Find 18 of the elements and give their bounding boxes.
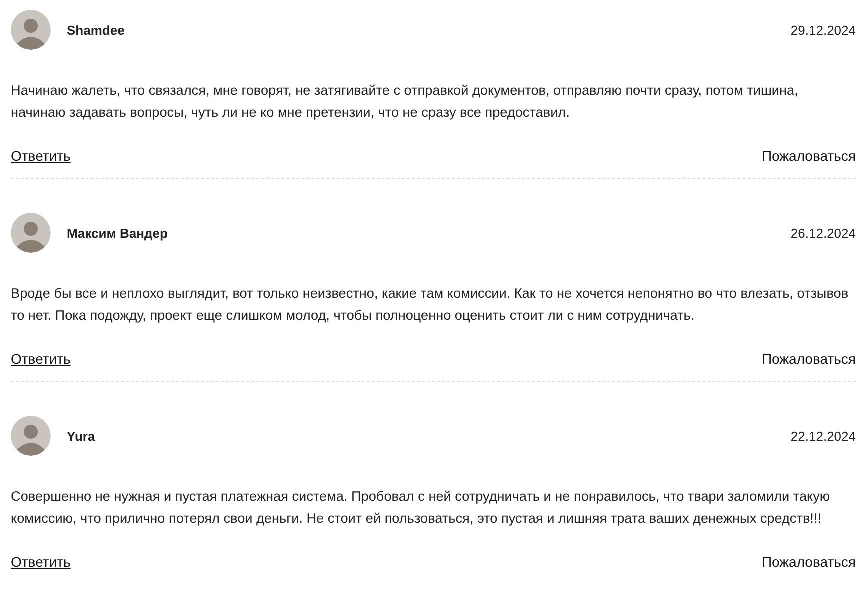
reply-link[interactable]: Ответить xyxy=(11,146,71,166)
comment-date: 29.12.2024 xyxy=(790,22,856,38)
report-link[interactable]: Пожаловаться xyxy=(762,349,856,369)
reply-link[interactable]: Ответить xyxy=(11,349,71,369)
avatar-icon xyxy=(11,213,51,253)
report-link[interactable]: Пожаловаться xyxy=(762,146,856,166)
avatar-icon xyxy=(11,416,51,456)
author-name: Shamdee xyxy=(67,22,125,38)
comment-date: 22.12.2024 xyxy=(790,428,856,444)
author-name: Yura xyxy=(67,428,96,444)
comment-date: 26.12.2024 xyxy=(790,226,856,240)
author-name: Максим Вандер xyxy=(67,226,168,240)
report-link[interactable]: Пожаловаться xyxy=(762,552,856,572)
comment-text: Вроде бы все и неплохо выглядит, вот только неизвестно, какие там комиссии. Как то не хочется непонятно во что влезать, отзывов то нет. Пока подожду, проект еще слишком молод, чтобы полноценно оценить стоит ли с ним сотрудничать. xyxy=(11,285,850,325)
reply-link[interactable]: Ответить xyxy=(11,552,71,572)
avatar-icon xyxy=(11,10,51,50)
comment-text: Начинаю жалеть, что связался, мне говорят, не затягивайте с отправкой документов, отправляю почти сразу, потом тишина, начинаю задавать вопросы, чуть ли не ко мне претензии, что не сразу все предоставил. xyxy=(11,82,800,122)
comment-text: Совершенно не нужная и пустая платежная система. Пробовал с ней сотрудничать и не понравилось, что твари заломили такую комиссию, что прилично потерял свои деньги. Не стоит ей пользоваться, это пустая и лишняя трата ваших денежных средств!!! xyxy=(11,488,832,528)
